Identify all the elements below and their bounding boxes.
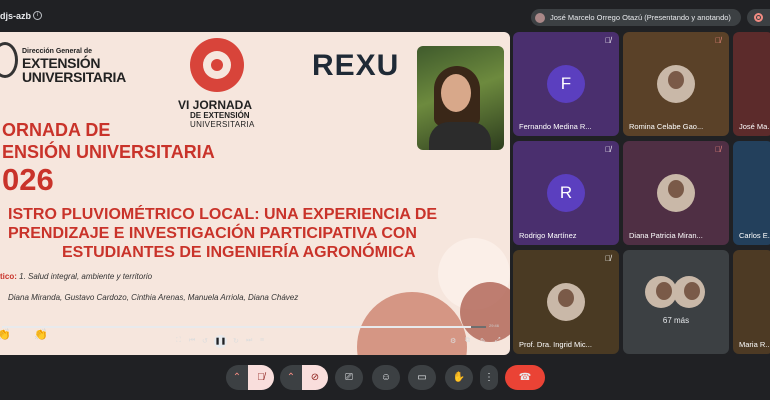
mic-off-icon: 🎙̸	[605, 254, 611, 263]
popout-icon[interactable]: ⧉	[465, 337, 470, 345]
record-icon	[754, 13, 763, 22]
university-seal-logo	[0, 42, 18, 78]
mic-options-chevron[interactable]: ⌃	[226, 365, 248, 390]
camera-options-chevron[interactable]: ⌃	[280, 365, 302, 390]
slide-title-line1: ORNADA DE	[2, 120, 111, 140]
presenter-avatar	[535, 12, 545, 23]
avatar: F	[547, 65, 585, 103]
eje-label: tico:	[0, 272, 17, 281]
slide-subtitle-line3: ESTUDIANTES DE INGENIERÍA AGRONÓMICA	[62, 244, 416, 261]
mic-toggle-button[interactable]: 🎙̸	[248, 365, 274, 390]
participant-name: Maria R...	[739, 340, 770, 349]
slide-title-line3: 026	[2, 162, 54, 197]
mic-off-icon: 🎙̸	[715, 145, 721, 154]
participant-name: Diana Patricia Miran...	[629, 231, 703, 240]
org-name-line1: Dirección General de	[22, 48, 93, 55]
video-progress-fill	[2, 326, 472, 328]
video-progress-bar[interactable]	[2, 326, 486, 328]
mic-off-icon: 🎙̸	[605, 36, 611, 45]
presenter-video[interactable]	[417, 46, 504, 150]
speed-icon[interactable]: ≡	[260, 337, 264, 344]
video-time: 29:46	[489, 323, 500, 328]
slide-title-line2: ENSIÓN UNIVERSITARIA	[2, 142, 215, 162]
settings-icon[interactable]: ⚙	[450, 337, 456, 345]
leave-call-button[interactable]: ☎	[505, 365, 545, 390]
emoji-icon: ☺	[380, 372, 392, 383]
jornada-line1: VI JORNADA	[178, 98, 253, 112]
playback-controls: ⛶ ⏮ ↺ ❚❚ ↻ ⏭ ≡ ⚙ ⧉ ✎ ⤢	[0, 335, 510, 351]
hand-icon: ✋	[452, 372, 466, 383]
avatar	[657, 174, 695, 212]
captions-small-icon[interactable]: ⛶	[176, 337, 181, 345]
participant-name: José Ma...	[739, 122, 770, 131]
call-end-icon: ☎	[518, 372, 532, 383]
org-name-line3: UNIVERSITARIA	[22, 69, 126, 85]
mic-off-icon: 🎙̸	[715, 36, 721, 45]
meeting-code: djs-azb	[0, 11, 32, 21]
jornada-line2: DE EXTENSIÓN	[190, 111, 250, 120]
edit-icon[interactable]: ✎	[480, 337, 486, 345]
slide-eje: tico: 1. Salud integral, ambiente y terr…	[0, 272, 152, 281]
pause-button[interactable]: ❚❚	[214, 335, 227, 348]
present-button[interactable]: ⎚	[335, 365, 363, 390]
present-screen-icon: ⎚	[345, 372, 353, 383]
top-bar: djs-azb i José Marcelo Orrego Otazú (Pre…	[0, 0, 770, 32]
participant-name: Romina Celabe Gao...	[629, 122, 704, 131]
more-participants-label: 67 más	[662, 316, 690, 325]
more-vert-icon: ⋮	[484, 372, 494, 383]
recording-indicator[interactable]	[747, 9, 770, 26]
participant-name: Rodrigo Martínez	[519, 231, 577, 240]
camera-off-icon: ⊘	[310, 372, 320, 383]
avatar	[657, 65, 695, 103]
mic-off-icon: 🎙̸	[257, 372, 265, 383]
slide-subtitle-line2: PRENDIZAJE E INVESTIGACIÓN PARTICIPATIVA…	[8, 225, 417, 242]
rewind-icon[interactable]: ↺	[202, 337, 208, 345]
participant-tile[interactable]: 🎙̸ Romina Celabe Gao...	[623, 32, 729, 136]
participant-tile[interactable]: Maria R...	[733, 250, 770, 354]
more-participants-tile[interactable]: 67 más	[623, 250, 729, 354]
presenter-chip-label: José Marcelo Orrego Otazú (Presentando y…	[550, 13, 731, 22]
avatar	[547, 283, 585, 321]
more-options-button[interactable]: ⋮	[480, 365, 498, 390]
forward-icon[interactable]: ↻	[233, 337, 239, 345]
skip-forward-icon[interactable]: ⏭	[246, 337, 252, 345]
presenter-chip[interactable]: José Marcelo Orrego Otazú (Presentando y…	[531, 9, 741, 26]
participant-name: Prof. Dra. Ingrid Mic...	[519, 340, 592, 349]
slide-authors: Diana Miranda, Gustavo Cardozo, Cinthia …	[8, 293, 299, 302]
participant-tile[interactable]: Carlos E...	[733, 141, 770, 245]
raise-hand-button[interactable]: ✋	[445, 365, 473, 390]
captions-button[interactable]: ▭	[408, 365, 436, 390]
call-controls-toolbar: ⌃ 🎙̸ ⌃ ⊘ ⎚ ☺ ▭ ✋ ⋮ ☎	[0, 355, 770, 400]
shared-presentation: Dirección General de EXTENSIÓN UNIVERSIT…	[0, 32, 510, 355]
emoji-button[interactable]: ☺	[372, 365, 400, 390]
jornada-emblem-logo	[190, 38, 244, 92]
jornada-line3: UNIVERSITARIA	[190, 120, 255, 129]
info-icon[interactable]: i	[33, 11, 42, 20]
participant-name: Fernando Medina R...	[519, 122, 592, 131]
participant-tile[interactable]: 🎙̸ F Fernando Medina R...	[513, 32, 619, 136]
fullscreen-icon[interactable]: ⤢	[495, 337, 501, 345]
captions-icon: ▭	[417, 372, 427, 383]
avatar: R	[547, 174, 585, 212]
participant-tile[interactable]: José Ma...	[733, 32, 770, 136]
eje-value: 1. Salud integral, ambiente y territorio	[19, 272, 153, 281]
camera-toggle-button[interactable]: ⊘	[302, 365, 328, 390]
slide-subtitle-line1: ISTRO PLUVIOMÉTRICO LOCAL: UNA EXPERIENC…	[8, 206, 438, 223]
participant-tile[interactable]: 🎙̸ Prof. Dra. Ingrid Mic...	[513, 250, 619, 354]
skip-back-icon[interactable]: ⏮	[189, 337, 195, 345]
slide-decoration	[460, 282, 510, 342]
mic-off-icon: 🎙̸	[605, 145, 611, 154]
avatar	[673, 276, 705, 308]
rexu-brand: REXU	[312, 49, 400, 82]
participant-name: Carlos E...	[739, 231, 770, 240]
participant-tile[interactable]: 🎙̸ R Rodrigo Martínez	[513, 141, 619, 245]
participant-tile[interactable]: 🎙̸ Diana Patricia Miran...	[623, 141, 729, 245]
